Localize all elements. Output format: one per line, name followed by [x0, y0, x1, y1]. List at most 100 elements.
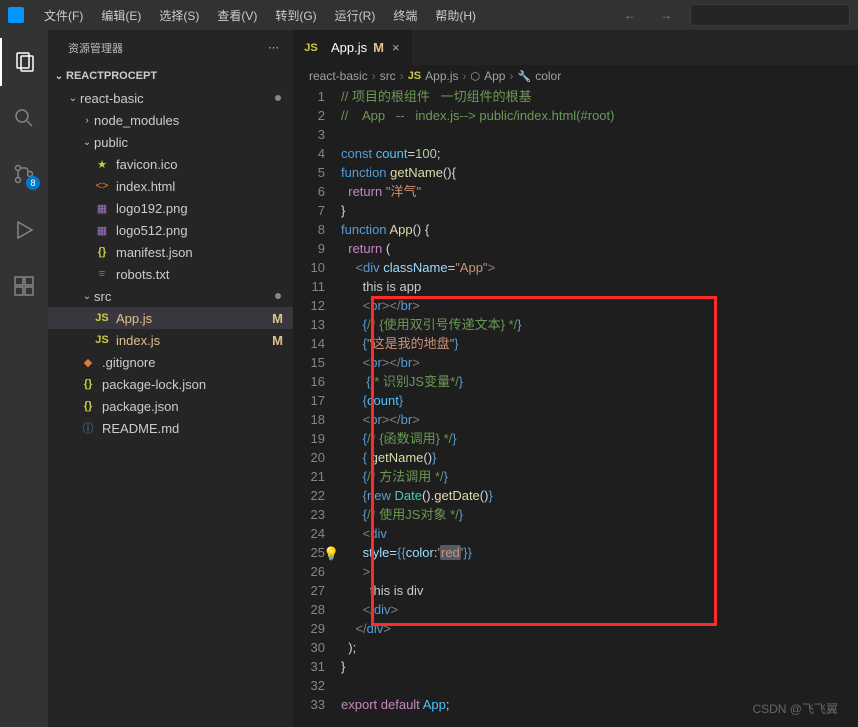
line-number: 16	[293, 372, 325, 391]
code-line[interactable]: function getName(){	[341, 163, 858, 182]
line-number: 21	[293, 467, 325, 486]
code-line[interactable]: {new Date().getDate()}	[341, 486, 858, 505]
file-item[interactable]: ★favicon.ico	[48, 153, 293, 175]
code-line[interactable]	[341, 125, 858, 144]
file-item[interactable]: ▦logo512.png	[48, 219, 293, 241]
code-line[interactable]: { getName()}	[341, 448, 858, 467]
chevron-icon: ⌄	[80, 291, 94, 302]
menu-item[interactable]: 查看(V)	[209, 3, 265, 28]
code-line[interactable]: return "洋气"	[341, 182, 858, 201]
file-name: index.html	[116, 179, 293, 194]
code-line[interactable]: <div className="App">	[341, 258, 858, 277]
file-name: package-lock.json	[102, 377, 293, 392]
menu-item[interactable]: 文件(F)	[36, 3, 91, 28]
file-item[interactable]: JSApp.jsM	[48, 307, 293, 329]
code-line[interactable]: {/* 方法调用 */}	[341, 467, 858, 486]
file-name: logo192.png	[116, 201, 293, 216]
file-item[interactable]: {}package.json	[48, 395, 293, 417]
code-line[interactable]: <br></br>	[341, 353, 858, 372]
nav-forward-icon[interactable]: →	[654, 6, 678, 24]
menu-item[interactable]: 帮助(H)	[427, 3, 484, 28]
file-item[interactable]: ⓘREADME.md	[48, 417, 293, 439]
code-line[interactable]: style={{color:'red'}}	[341, 543, 858, 562]
code-line[interactable]: <div	[341, 524, 858, 543]
line-number: 14	[293, 334, 325, 353]
source-control-icon[interactable]: 8	[0, 150, 48, 198]
code-line[interactable]: }	[341, 657, 858, 676]
line-number: 1	[293, 87, 325, 106]
breadcrumb[interactable]: react-basic›src›JSApp.js›⬡App›🔧color	[293, 65, 858, 87]
code-line[interactable]: {count}	[341, 391, 858, 410]
folder-item[interactable]: ⌄public	[48, 131, 293, 153]
file-item[interactable]: <>index.html	[48, 175, 293, 197]
json-icon: {}	[80, 376, 96, 392]
extensions-icon[interactable]	[0, 262, 48, 310]
code-line[interactable]: </div>	[341, 619, 858, 638]
run-debug-icon[interactable]	[0, 206, 48, 254]
code-line[interactable]: this is app	[341, 277, 858, 296]
close-icon[interactable]: ×	[390, 40, 402, 55]
line-number: 30	[293, 638, 325, 657]
line-number: 3	[293, 125, 325, 144]
code-editor[interactable]: 1234567891011121314151617181920212223242…	[293, 87, 858, 714]
search-icon[interactable]	[0, 94, 48, 142]
dirty-dot-icon	[275, 293, 281, 299]
code-line[interactable]: <br></br>	[341, 296, 858, 315]
code-line[interactable]: // 项目的根组件 一切组件的根基	[341, 87, 858, 106]
breadcrumb-icon: ⬡	[471, 70, 481, 83]
breadcrumb-segment[interactable]: color	[535, 69, 561, 83]
lightbulb-icon[interactable]: 💡	[323, 544, 339, 563]
modified-marker: M	[272, 311, 283, 326]
file-item[interactable]: ◆.gitignore	[48, 351, 293, 373]
breadcrumb-segment[interactable]: App	[484, 69, 505, 83]
folder-item[interactable]: ›node_modules	[48, 109, 293, 131]
breadcrumb-segment[interactable]: src	[380, 69, 396, 83]
titlebar: 文件(F)编辑(E)选择(S)查看(V)转到(G)运行(R)终端帮助(H) ← …	[0, 0, 858, 30]
menu-item[interactable]: 运行(R)	[327, 3, 384, 28]
code-line[interactable]: }	[341, 201, 858, 220]
breadcrumb-segment[interactable]: App.js	[425, 69, 458, 83]
nav-back-icon[interactable]: ←	[618, 6, 642, 24]
folder-item[interactable]: ⌄src	[48, 285, 293, 307]
line-number: 20	[293, 448, 325, 467]
chevron-right-icon: ›	[463, 69, 467, 83]
line-number: 31	[293, 657, 325, 676]
file-item[interactable]: ▦logo192.png	[48, 197, 293, 219]
project-root[interactable]: ⌄ REACTPROCEPT	[48, 65, 293, 87]
menu-item[interactable]: 选择(S)	[151, 3, 207, 28]
file-item[interactable]: {} package-lock.json	[48, 373, 293, 395]
explorer-icon[interactable]	[0, 38, 48, 86]
code-line[interactable]: {/* 使用JS对象 */}	[341, 505, 858, 524]
menu-item[interactable]: 终端	[385, 3, 425, 28]
code-line[interactable]: {"这是我的地盘"}	[341, 334, 858, 353]
code-line[interactable]: >	[341, 562, 858, 581]
json-icon: {}	[94, 244, 110, 260]
code-line[interactable]: function App() {	[341, 220, 858, 239]
command-center-search[interactable]	[690, 4, 850, 26]
file-item[interactable]: {}manifest.json	[48, 241, 293, 263]
line-number: 32	[293, 676, 325, 695]
code-line[interactable]: <br></br>	[341, 410, 858, 429]
folder-item[interactable]: ⌄react-basic	[48, 87, 293, 109]
code-line[interactable]: );	[341, 638, 858, 657]
code-line[interactable]: return (	[341, 239, 858, 258]
file-item[interactable]: ≡robots.txt	[48, 263, 293, 285]
code-line[interactable]: {/* 识别JS变量*/}	[341, 372, 858, 391]
code-line[interactable]: const count=100;	[341, 144, 858, 163]
code-line[interactable]: this is div	[341, 581, 858, 600]
code-line[interactable]	[341, 676, 858, 695]
sidebar-more-icon[interactable]: ⋯	[268, 41, 281, 54]
tab-app-js[interactable]: JS App.js M ×	[293, 30, 413, 65]
menu-item[interactable]: 编辑(E)	[93, 3, 149, 28]
code-line[interactable]: {/* {使用双引号传递文本} */}	[341, 315, 858, 334]
code-line[interactable]: {/* {函数调用} */}	[341, 429, 858, 448]
file-name: logo512.png	[116, 223, 293, 238]
txt-icon: ≡	[94, 266, 110, 282]
breadcrumb-segment[interactable]: react-basic	[309, 69, 368, 83]
code-line[interactable]: // App -- index.js--> public/index.html(…	[341, 106, 858, 125]
explorer-sidebar: 资源管理器 ⋯ ⌄ REACTPROCEPT ⌄react-basic›node…	[48, 30, 293, 727]
star-icon: ★	[94, 156, 110, 172]
menu-item[interactable]: 转到(G)	[267, 3, 324, 28]
code-line[interactable]: </div>	[341, 600, 858, 619]
file-item[interactable]: JSindex.jsM	[48, 329, 293, 351]
